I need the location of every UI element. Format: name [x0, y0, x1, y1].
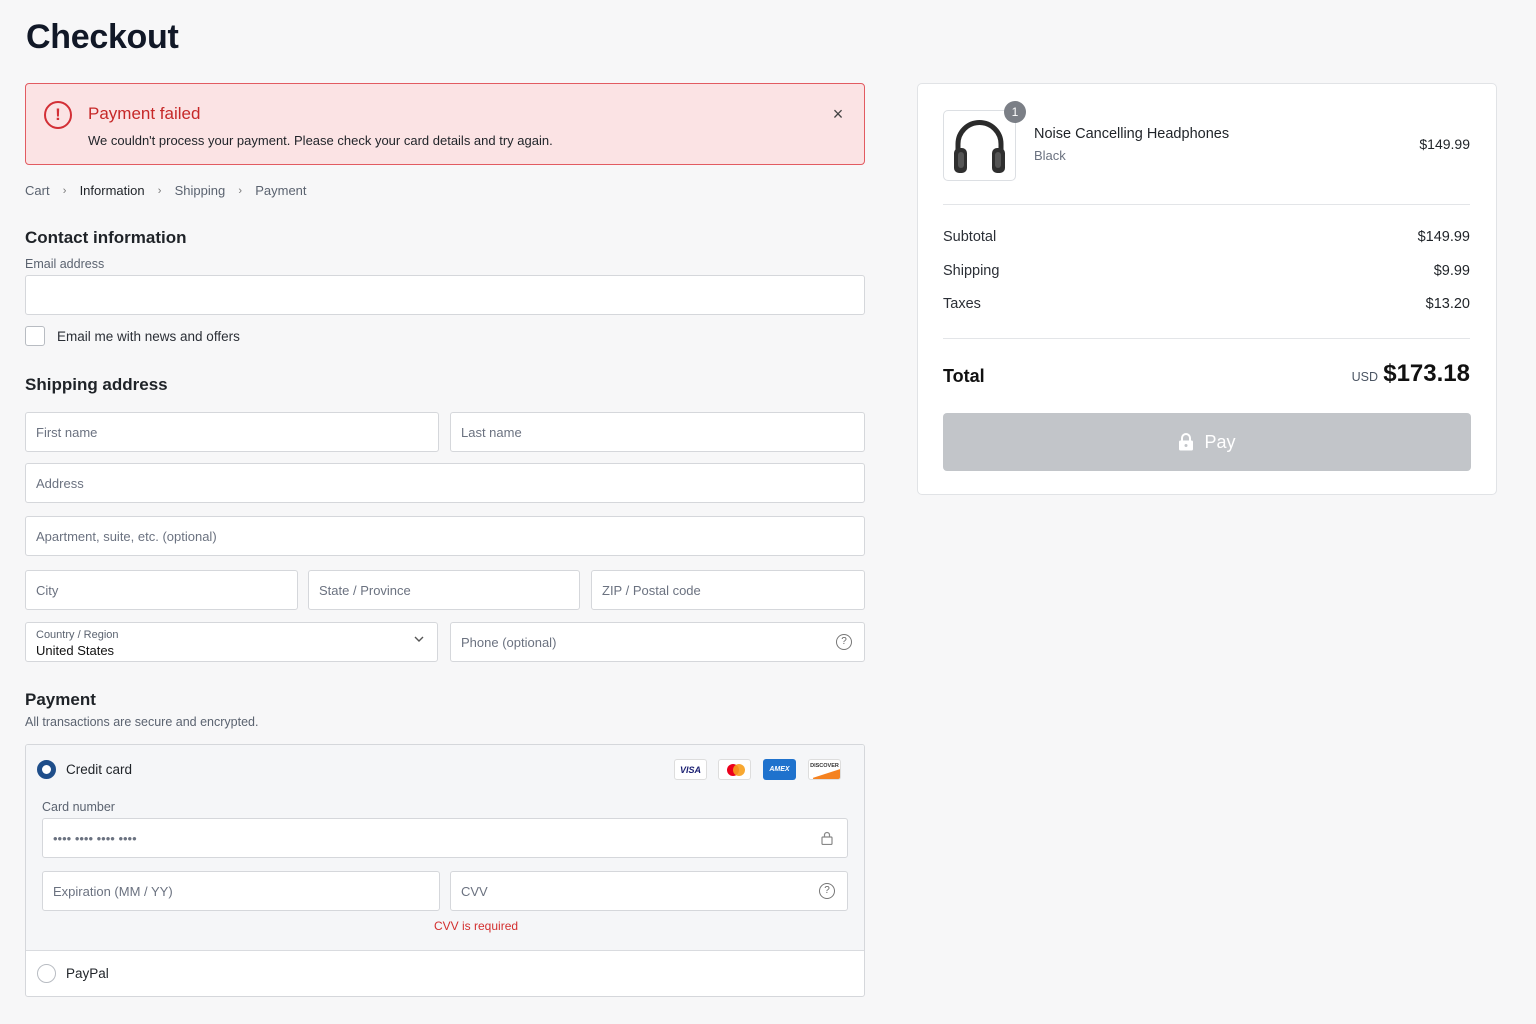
subtotal-label: Subtotal: [943, 229, 997, 245]
paypal-label[interactable]: PayPal: [66, 966, 109, 981]
card-number-label: Card number: [42, 800, 115, 814]
pay-label: Pay: [1204, 431, 1236, 452]
total-label: Total: [943, 366, 985, 386]
apartment-input[interactable]: [25, 516, 865, 556]
shipping-section-title: Shipping address: [25, 375, 168, 394]
card-number-input[interactable]: [42, 818, 848, 858]
country-select[interactable]: Country / Region United States: [25, 622, 438, 662]
taxes-value: $13.20: [1425, 296, 1470, 312]
product-variant: Black: [1034, 148, 1066, 163]
discover-text: DISCOVER: [810, 763, 839, 769]
city-input[interactable]: [25, 570, 298, 610]
newsletter-option[interactable]: Email me with news and offers: [25, 326, 240, 346]
breadcrumb-cart[interactable]: Cart: [25, 183, 50, 198]
order-summary: 1 Noise Cancelling Headphones Black $149…: [917, 83, 1497, 495]
headphones-icon: [954, 120, 1005, 173]
alert-title: Payment failed: [88, 104, 201, 123]
total-currency: USD: [1351, 370, 1378, 384]
shipping-label: Shipping: [943, 263, 1000, 279]
first-name-input[interactable]: [25, 412, 439, 452]
mastercard-icon: [718, 759, 751, 780]
newsletter-checkbox[interactable]: [25, 326, 45, 346]
product-thumbnail: [943, 110, 1016, 181]
payment-subtitle: All transactions are secure and encrypte…: [25, 715, 259, 729]
credit-card-radio[interactable]: [37, 760, 56, 779]
phone-input[interactable]: [450, 622, 865, 662]
close-icon[interactable]: ×: [826, 102, 850, 126]
pay-button[interactable]: Pay: [943, 413, 1471, 471]
summary-divider: [943, 204, 1470, 205]
error-icon: !: [44, 101, 72, 129]
chevron-down-icon: [414, 636, 424, 642]
cvv-input[interactable]: [450, 871, 848, 911]
cvv-error: CVV is required: [434, 919, 519, 933]
country-label: Country / Region: [36, 629, 119, 641]
breadcrumb-payment[interactable]: Payment: [255, 183, 306, 198]
shipping-value: $9.99: [1433, 263, 1470, 279]
chevron-right-icon: ›: [238, 184, 243, 197]
credit-card-label[interactable]: Credit card: [66, 762, 132, 777]
help-icon[interactable]: ?: [836, 634, 852, 650]
total-value: $173.18: [1383, 360, 1470, 387]
state-input[interactable]: [308, 570, 580, 610]
visa-icon: VISA: [674, 759, 707, 780]
breadcrumb: Cart › Information › Shipping › Payment: [25, 183, 307, 198]
contact-section-title: Contact information: [25, 228, 187, 247]
help-icon[interactable]: ?: [819, 883, 835, 899]
chevron-right-icon: ›: [157, 184, 162, 197]
lock-icon: [821, 831, 833, 845]
checkout-form: ! Payment failed We couldn't process you…: [25, 83, 865, 997]
taxes-label: Taxes: [943, 296, 981, 312]
product-name: Noise Cancelling Headphones: [1034, 126, 1230, 142]
breadcrumb-information[interactable]: Information: [80, 183, 145, 198]
amex-icon: AMEX: [763, 759, 796, 780]
email-field[interactable]: [25, 275, 865, 315]
expiration-input[interactable]: [42, 871, 440, 911]
product-price: $149.99: [1419, 136, 1470, 152]
last-name-input[interactable]: [450, 412, 865, 452]
lock-icon: [1179, 433, 1194, 451]
subtotal-value: $149.99: [1417, 229, 1470, 245]
newsletter-label: Email me with news and offers: [57, 328, 240, 344]
page-title: Checkout: [26, 18, 179, 56]
quantity-badge: 1: [1004, 101, 1026, 123]
country-value: United States: [36, 643, 115, 658]
address-input[interactable]: [25, 463, 865, 503]
discover-icon: DISCOVER: [808, 759, 841, 780]
zip-input[interactable]: [591, 570, 865, 610]
summary-divider: [943, 338, 1470, 339]
paypal-radio[interactable]: [37, 964, 56, 983]
chevron-right-icon: ›: [62, 184, 67, 197]
credit-card-panel: Credit card VISA AMEX DISCOVER Card numb…: [26, 745, 864, 951]
payment-section-title: Payment: [25, 690, 96, 709]
payment-methods: Credit card VISA AMEX DISCOVER Card numb…: [25, 744, 865, 997]
breadcrumb-shipping[interactable]: Shipping: [175, 183, 226, 198]
email-label: Email address: [25, 257, 105, 271]
alert-message: We couldn't process your payment. Please…: [88, 133, 553, 148]
payment-error-alert: ! Payment failed We couldn't process you…: [25, 83, 865, 165]
